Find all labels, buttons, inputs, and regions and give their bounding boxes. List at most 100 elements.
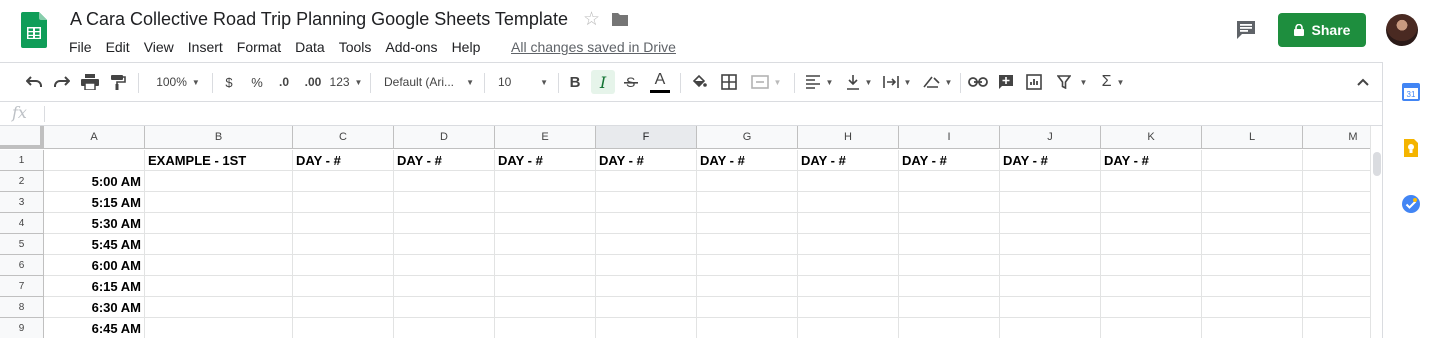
table-cell[interactable] [145,192,293,213]
table-cell[interactable] [394,255,495,276]
table-cell[interactable] [495,255,596,276]
table-cell[interactable] [1303,276,1370,297]
bold-button[interactable]: B [564,63,586,101]
menu-edit[interactable]: Edit [106,38,130,56]
horizontal-align-icon[interactable]: ▼ [802,63,836,101]
row-header[interactable]: 4 [0,213,44,234]
column-header[interactable]: E [495,126,596,149]
table-cell[interactable] [495,192,596,213]
table-cell[interactable] [899,297,1000,318]
table-cell[interactable] [899,318,1000,338]
table-cell[interactable] [293,276,394,297]
table-cell[interactable] [899,213,1000,234]
table-cell[interactable] [798,171,899,192]
merge-cells-icon[interactable]: ▼ [746,63,786,101]
column-header[interactable]: B [145,126,293,149]
table-cell[interactable] [1101,192,1202,213]
table-cell[interactable] [798,213,899,234]
text-wrapping-icon[interactable]: ▼ [880,63,914,101]
table-cell[interactable] [145,213,293,234]
table-cell[interactable] [495,171,596,192]
table-cell[interactable]: 6:30 AM [44,297,145,318]
table-cell[interactable] [697,318,798,338]
table-cell[interactable]: 6:45 AM [44,318,145,338]
table-cell[interactable] [1101,318,1202,338]
borders-icon[interactable] [718,63,740,101]
table-cell[interactable] [145,234,293,255]
chevron-up-icon[interactable] [1355,74,1371,90]
table-cell[interactable] [1303,171,1370,192]
row-header[interactable]: 1 [0,150,44,171]
percent-format-button[interactable]: % [246,63,268,101]
table-cell[interactable] [596,171,697,192]
avatar[interactable] [1386,14,1418,46]
table-cell[interactable] [697,297,798,318]
table-cell[interactable]: DAY - # [495,150,596,171]
table-cell[interactable] [293,213,394,234]
table-cell[interactable]: DAY - # [394,150,495,171]
table-cell[interactable] [596,192,697,213]
document-title[interactable]: A Cara Collective Road Trip Planning Goo… [70,9,568,30]
table-cell[interactable] [1000,276,1101,297]
table-cell[interactable] [899,255,1000,276]
table-cell[interactable] [798,276,899,297]
table-cell[interactable] [1202,192,1303,213]
table-cell[interactable] [293,297,394,318]
row-header[interactable]: 2 [0,171,44,192]
table-cell[interactable] [1303,150,1370,171]
table-cell[interactable]: DAY - # [798,150,899,171]
column-header[interactable]: D [394,126,495,149]
table-cell[interactable] [697,255,798,276]
insert-chart-icon[interactable] [1022,63,1046,101]
paint-format-icon[interactable] [106,63,130,101]
table-cell[interactable] [1000,192,1101,213]
currency-format-button[interactable]: $ [218,63,240,101]
table-cell[interactable]: 6:15 AM [44,276,145,297]
column-header[interactable]: K [1101,126,1202,149]
table-cell[interactable] [1202,213,1303,234]
print-icon[interactable] [78,63,102,101]
table-cell[interactable] [1101,234,1202,255]
menu-format[interactable]: Format [237,38,281,56]
table-cell[interactable] [1303,297,1370,318]
table-cell[interactable] [1101,171,1202,192]
table-cell[interactable] [697,192,798,213]
star-icon[interactable]: ☆ [583,8,600,31]
menu-addons[interactable]: Add-ons [385,38,437,56]
menu-help[interactable]: Help [452,38,481,56]
table-cell[interactable] [394,192,495,213]
table-cell[interactable] [1000,318,1101,338]
table-cell[interactable] [1000,171,1101,192]
font-family-select[interactable]: Default (Ari... ▼ [380,63,478,101]
folder-icon[interactable] [611,11,629,27]
zoom-select[interactable]: 100% ▼ [148,63,208,101]
table-cell[interactable] [596,318,697,338]
column-header[interactable]: G [697,126,798,149]
table-cell[interactable] [394,276,495,297]
vertical-scrollbar[interactable] [1370,126,1382,338]
column-header[interactable]: L [1202,126,1303,149]
font-size-select[interactable]: 10 ▼ [494,63,552,101]
table-cell[interactable] [1101,213,1202,234]
table-cell[interactable] [1101,255,1202,276]
table-cell[interactable] [394,318,495,338]
table-cell[interactable] [293,171,394,192]
table-cell[interactable] [1202,297,1303,318]
column-header[interactable]: A [44,126,145,149]
table-cell[interactable] [1202,318,1303,338]
table-cell[interactable] [1000,213,1101,234]
filter-icon[interactable]: ▼ [1052,63,1092,101]
column-header[interactable]: H [798,126,899,149]
table-cell[interactable] [394,297,495,318]
redo-icon[interactable] [50,63,74,101]
table-cell[interactable] [899,234,1000,255]
menu-tools[interactable]: Tools [339,38,372,56]
table-cell[interactable]: 5:00 AM [44,171,145,192]
row-header[interactable]: 9 [0,318,44,338]
table-cell[interactable] [697,234,798,255]
table-cell[interactable] [899,171,1000,192]
column-header[interactable]: I [899,126,1000,149]
table-cell[interactable] [495,297,596,318]
row-header[interactable]: 8 [0,297,44,318]
table-cell[interactable] [1303,234,1370,255]
